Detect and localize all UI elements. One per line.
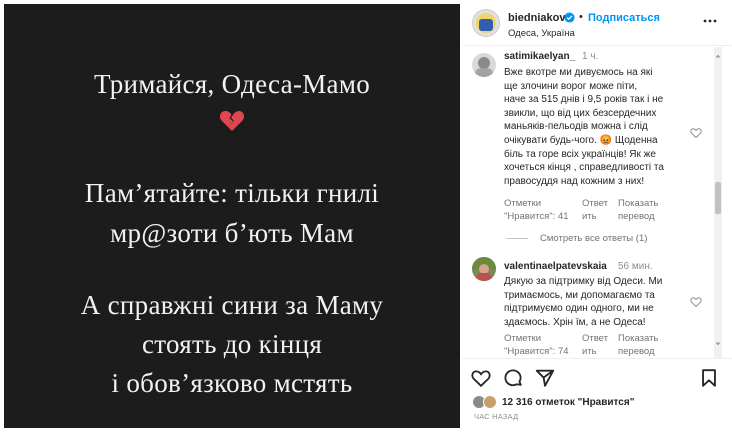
view-replies-button[interactable]: Смотреть все ответы (1) (506, 233, 647, 244)
post-text-line: А справжні сини за Маму (80, 290, 384, 320)
comment-bubble-icon[interactable] (502, 367, 524, 389)
post-header: biedniakov • Подписаться Одеса, Україна (462, 0, 732, 46)
separator-dot: • (579, 11, 583, 23)
comment-text: Дякую за підтримку від Одеси. Ми тримаєм… (504, 276, 663, 328)
share-send-icon[interactable] (534, 367, 556, 389)
comment-text: Вже вкотре ми дивуємось на які ще злочин… (504, 67, 664, 187)
like-heart-icon[interactable] (470, 367, 492, 389)
comment-like-heart-icon[interactable] (690, 296, 702, 308)
comment-like-heart-icon[interactable] (690, 127, 702, 139)
comment-reply-button[interactable]: Ответ ить (582, 198, 608, 223)
post-location[interactable]: Одеса, Україна (508, 28, 575, 39)
avatar[interactable] (472, 9, 500, 37)
broken-heart-icon (4, 109, 460, 138)
comment-likes-count[interactable]: Отметки "Нравится": 74 (504, 333, 569, 358)
author-username[interactable]: biedniakov (508, 12, 565, 24)
replies-divider (506, 237, 528, 239)
post-actions: 12 316 отметок "Нравится" ЧАС НАЗАД (462, 358, 732, 432)
follow-button[interactable]: Подписаться (588, 12, 660, 24)
likes-count[interactable]: 12 316 отметок "Нравится" (502, 397, 634, 408)
post-text-line: Тримайся, Одеса-Мамо (93, 69, 371, 99)
post-image[interactable]: Тримайся, Одеса-Мамо Пам’ятайте: тільки … (4, 4, 460, 428)
comment-username[interactable]: valentinaelpatevskaia (504, 261, 607, 272)
more-options-icon[interactable] (702, 13, 718, 29)
comment-time: 56 мин. (618, 261, 653, 272)
post-time[interactable]: ЧАС НАЗАД (474, 412, 518, 421)
post-text-line: мр@зоти б’ють Мам (110, 218, 354, 248)
post-text-line: Пам’ятайте: тільки гнилі (84, 178, 380, 208)
comment-username[interactable]: satimikaelyan_ (504, 51, 575, 62)
comment-likes-count[interactable]: Отметки "Нравится": 41 (504, 198, 569, 223)
comments-list[interactable]: satimikaelyan_ 1 ч. Вже вкотре ми дивуєм… (462, 47, 732, 358)
verified-badge-icon (564, 12, 575, 23)
comment-translate-button[interactable]: Показать перевод (618, 198, 658, 223)
post-text-line: і обов’язково мстять (111, 368, 353, 398)
post-side-panel: biedniakov • Подписаться Одеса, Україна … (462, 0, 732, 432)
comment-reply-button[interactable]: Ответ ить (582, 333, 608, 358)
save-bookmark-icon[interactable] (698, 367, 720, 389)
comment-avatar[interactable] (472, 257, 496, 281)
liker-avatar (483, 395, 497, 409)
comment-avatar[interactable] (472, 53, 496, 77)
scroll-down-arrow-icon[interactable] (714, 340, 722, 348)
post-text-line: стоять до кінця (141, 329, 323, 359)
comment-time: 1 ч. (582, 51, 599, 62)
scrollbar-thumb[interactable] (715, 182, 721, 214)
scroll-up-arrow-icon[interactable] (714, 52, 722, 60)
comment-translate-button[interactable]: Показать перевод (618, 333, 658, 358)
